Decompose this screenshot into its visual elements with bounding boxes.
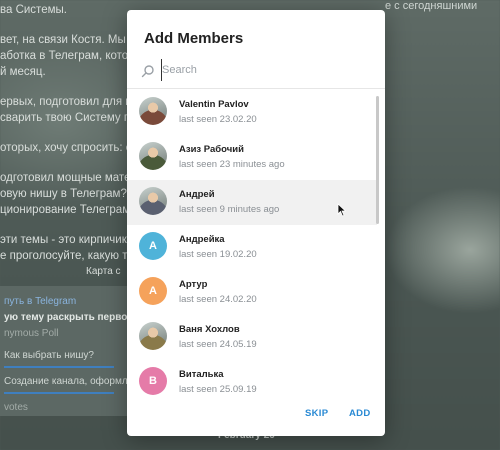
avatar: [139, 322, 167, 350]
poll-option-bar: [4, 392, 114, 394]
avatar: B: [139, 367, 167, 395]
add-members-dialog: Add Members Valentin Pavlov last seen 23.…: [127, 10, 385, 436]
bg-text-line: одготовил мощные материал: [0, 172, 128, 184]
bg-text-line: ервых, подготовил для вас: [0, 96, 128, 108]
member-last-seen: last seen 23.02.20: [179, 114, 257, 125]
member-name: Виталька: [179, 369, 224, 380]
poll-option: Как выбрать нишу?: [4, 350, 94, 361]
member-name: Ваня Хохлов: [179, 324, 240, 335]
dialog-title: Add Members: [144, 30, 244, 47]
member-name: Андрейка: [179, 234, 225, 245]
bg-text-line: аботка в Телеграм, которая п: [0, 50, 128, 62]
scrollbar[interactable]: [376, 88, 379, 398]
member-last-seen: last seen 19.02.20: [179, 249, 257, 260]
member-row[interactable]: A Андрейка last seen 19.02.20: [127, 225, 377, 270]
bg-text-line: вет, на связи Костя. Мы начи: [0, 34, 128, 46]
scrollbar-thumb[interactable]: [376, 96, 379, 224]
bg-text-line: ва Системы.: [0, 4, 67, 16]
add-button[interactable]: ADD: [349, 408, 370, 419]
poll-option: Создание канала, оформлен: [4, 376, 128, 387]
member-last-seen: last seen 23 minutes ago: [179, 159, 285, 170]
poll-option-bar: [4, 366, 114, 368]
member-last-seen: last seen 24.02.20: [179, 294, 257, 305]
skip-button[interactable]: SKIP: [305, 408, 328, 419]
member-name: Андрей: [179, 189, 215, 200]
mouse-cursor-icon: [337, 203, 347, 217]
search-input[interactable]: [161, 59, 362, 81]
member-row[interactable]: Valentin Pavlov last seen 23.02.20: [127, 90, 377, 135]
bg-text-line: сварить твою Систему по кирпи: [0, 112, 128, 124]
member-row[interactable]: A Артур last seen 24.02.20: [127, 270, 377, 315]
member-last-seen: last seen 9 minutes ago: [179, 204, 280, 215]
bg-top-right-text: е с сегодняшними: [385, 0, 478, 12]
search-icon: [141, 65, 154, 78]
member-name: Артур: [179, 279, 208, 290]
poll-link: путь в Telegram: [4, 296, 77, 307]
member-row[interactable]: Ваня Хохлов last seen 24.05.19: [127, 315, 377, 360]
background-message-text: ва Системы. вет, на связи Костя. Мы начи…: [0, 0, 128, 264]
bg-text-line: й месяц.: [0, 66, 46, 78]
poll-question: ую тему раскрыть первой?: [4, 312, 128, 323]
member-row[interactable]: Азиз Рабочий last seen 23 minutes ago: [127, 135, 377, 180]
bg-text-line: е проголосуйте, какую тему: [0, 250, 128, 262]
avatar: [139, 142, 167, 170]
bg-text-line: оторых, хочу спросить: с как: [0, 142, 128, 154]
bg-text-line: овую нишу в Телеграм?" и ": [0, 188, 128, 200]
avatar: [139, 97, 167, 125]
member-list[interactable]: Valentin Pavlov last seen 23.02.20 Азиз Ра…: [127, 90, 377, 400]
poll-votes: votes: [4, 402, 28, 413]
member-row[interactable]: B Виталька last seen 25.09.19: [127, 360, 377, 400]
poll-type: nymous Poll: [4, 328, 59, 339]
member-name: Азиз Рабочий: [179, 144, 244, 155]
avatar: [139, 187, 167, 215]
bg-text-line: эти темы - это кирпичики в: [0, 234, 128, 246]
search-divider: [127, 88, 385, 89]
member-last-seen: last seen 24.05.19: [179, 339, 257, 350]
member-name: Valentin Pavlov: [179, 99, 249, 110]
bg-text-line: ционирование Телеграм-ка: [0, 204, 128, 216]
background-poll: путь в Telegram ую тему раскрыть первой?…: [0, 286, 128, 416]
member-last-seen: last seen 25.09.19: [179, 384, 257, 395]
avatar: A: [139, 277, 167, 305]
avatar: A: [139, 232, 167, 260]
